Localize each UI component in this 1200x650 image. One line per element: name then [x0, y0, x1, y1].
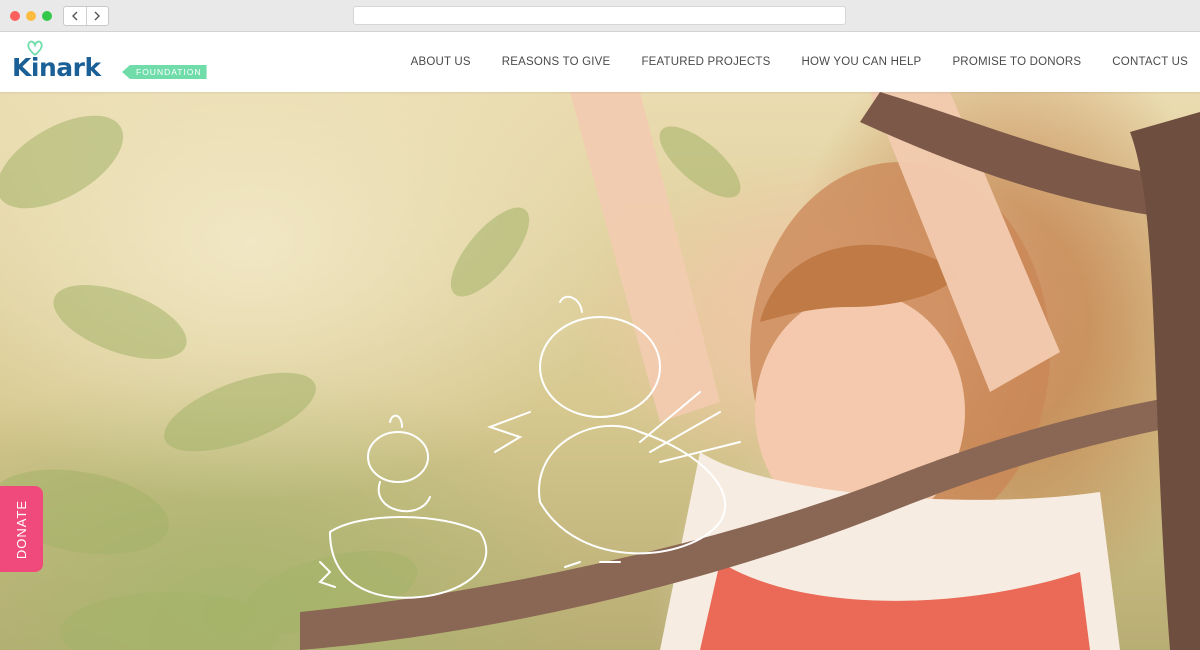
- nav-featured-projects[interactable]: FEATURED PROJECTS: [641, 56, 770, 68]
- kinark-logo[interactable]: Kinark FOUNDATION: [12, 40, 207, 88]
- chevron-right-icon: [94, 11, 101, 21]
- address-bar[interactable]: [353, 6, 846, 25]
- close-window-button[interactable]: [10, 11, 20, 21]
- hero-banner: [0, 92, 1200, 650]
- chevron-left-icon: [71, 11, 78, 21]
- back-button[interactable]: [64, 7, 86, 25]
- logo-tagline: FOUNDATION: [122, 65, 207, 79]
- hero-photo: [0, 92, 1200, 650]
- nav-about-us[interactable]: ABOUT US: [411, 56, 471, 68]
- nav-reasons-to-give[interactable]: REASONS TO GIVE: [502, 56, 611, 68]
- nav-promise-to-donors[interactable]: PROMISE TO DONORS: [952, 56, 1081, 68]
- minimize-window-button[interactable]: [26, 11, 36, 21]
- browser-toolbar: [0, 0, 1200, 32]
- donate-button[interactable]: DONATE: [0, 486, 43, 572]
- logo-wordmark: Kinark: [12, 53, 101, 82]
- donate-label: DONATE: [14, 499, 29, 559]
- history-buttons: [63, 6, 109, 26]
- nav-contact-us[interactable]: CONTACT US: [1112, 56, 1188, 68]
- main-navigation: ABOUT US REASONS TO GIVE FEATURED PROJEC…: [411, 32, 1188, 92]
- site-header: Kinark FOUNDATION ABOUT US REASONS TO GI…: [0, 32, 1200, 92]
- nav-how-you-can-help[interactable]: HOW YOU CAN HELP: [802, 56, 922, 68]
- maximize-window-button[interactable]: [42, 11, 52, 21]
- forward-button[interactable]: [85, 7, 109, 25]
